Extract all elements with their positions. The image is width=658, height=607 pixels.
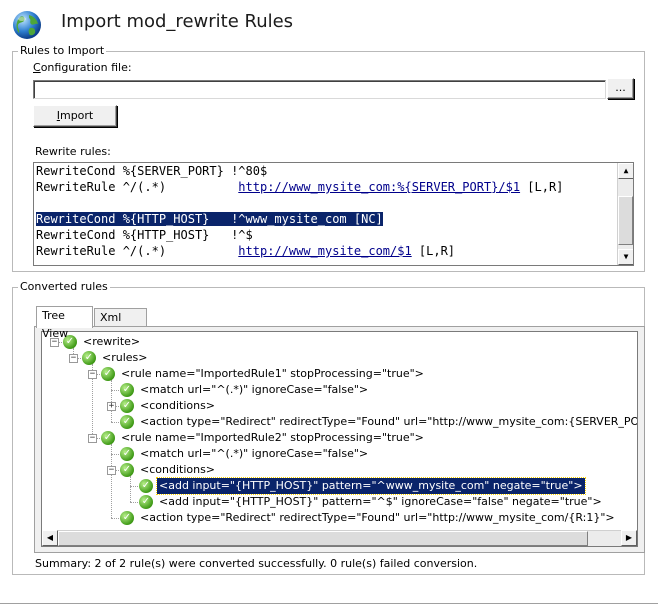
rule-text: [L,R] <box>520 180 564 194</box>
expand-icon[interactable]: + <box>107 402 116 411</box>
success-check-icon: ✓ <box>139 495 153 509</box>
import-button[interactable]: Import <box>33 105 117 127</box>
tree-node-label: <action type="Redirect" redirectType="Fo… <box>140 415 637 428</box>
rewrite-rules-textarea[interactable]: RewriteCond %{SERVER_PORT} !^80$ RewriteR… <box>33 162 634 266</box>
globe-icon <box>13 11 41 39</box>
tree-node[interactable]: ✓ <match url="^(.*)" ignoreCase="false"> <box>42 382 632 398</box>
tree-node-label: <match url="^(.*)" ignoreCase="false"> <box>140 383 369 396</box>
rewrite-rule-line: RewriteCond %{HTTP_HOST} !^$ <box>36 227 253 243</box>
success-check-icon: ✓ <box>120 415 134 429</box>
success-check-icon: ✓ <box>120 511 134 525</box>
tree-node-label: <rule name="ImportedRule2" stopProcessin… <box>121 431 424 444</box>
rule-url-link[interactable]: http://www_mysite_com:%{SERVER_PORT}/$1 <box>238 180 520 194</box>
rule-text: RewriteCond %{HTTP_HOST} !^$ <box>36 228 253 242</box>
tree-node[interactable]: ✓ <add input="{HTTP_HOST}" pattern="^www_… <box>42 477 632 495</box>
tree-node[interactable]: + ✓ <conditions> <box>42 398 632 414</box>
tree-node-label: <add input="{HTTP_HOST}" pattern="^www_m… <box>156 477 586 495</box>
rule-text: [L,R] <box>411 244 456 258</box>
tree-node[interactable]: −✓<rewrite> <box>42 334 632 350</box>
collapse-icon[interactable]: − <box>88 434 97 443</box>
rule-text: RewriteCond %{SERVER_PORT} !^80$ <box>36 164 268 178</box>
tree-node-label: <rules> <box>102 351 148 364</box>
rules-to-import-legend: Rules to Import <box>18 44 107 57</box>
success-check-icon: ✓ <box>120 447 134 461</box>
tree-node-label: <match url="^(.*)" ignoreCase="false"> <box>140 447 369 460</box>
tree-view-panel: −✓<rewrite>−✓<rules>−✓<rule name="Import… <box>34 326 645 553</box>
browse-button[interactable]: ... <box>607 78 634 99</box>
tree-node[interactable]: − ✓ <rule name="ImportedRule1" stopProcess… <box>42 366 632 382</box>
tree-node[interactable]: ✓ <add input="{HTTP_HOST}" pattern="^$" i… <box>42 494 632 510</box>
collapse-icon[interactable]: − <box>107 466 116 475</box>
tree-node[interactable]: − ✓ <rules> <box>42 350 632 366</box>
scroll-thumb[interactable] <box>618 196 633 245</box>
tree-node-label: <add input="{HTTP_HOST}" pattern="^$" ig… <box>159 495 602 508</box>
dialog-bottom-divider <box>0 603 658 604</box>
config-file-input[interactable] <box>33 80 606 99</box>
conversion-summary: Summary: 2 of 2 rule(s) were converted s… <box>35 557 478 570</box>
tree-node-label: <action type="Redirect" redirectType="Fo… <box>140 511 615 524</box>
rewrite-rules-vscrollbar[interactable]: ▲ ▼ <box>617 163 633 265</box>
scroll-right-button[interactable]: ▶ <box>621 530 637 546</box>
tree-node[interactable]: ✓ <action type="Redirect" redirectType="F… <box>42 414 637 430</box>
dialog-header: Import mod_rewrite Rules <box>0 0 658 44</box>
tree-node[interactable]: − ✓ <rule name="ImportedRule2" stopProcess… <box>42 430 632 446</box>
tree-hscrollbar[interactable]: ◀ ▶ <box>42 530 637 546</box>
tab-tree-view[interactable]: Tree View <box>36 306 93 340</box>
collapse-icon[interactable]: − <box>69 354 78 363</box>
tab-xml-view[interactable]: Xml View <box>94 308 147 342</box>
success-check-icon: ✓ <box>120 463 134 477</box>
rule-url-link[interactable]: http://www_mysite_com/$1 <box>238 244 411 258</box>
rewrite-rule-line: RewriteRule ^/(.*) http://www_mysite_com… <box>36 243 455 259</box>
tree-node-label: <rule name="ImportedRule1" stopProcessin… <box>121 367 424 380</box>
tree-node[interactable]: ✓ <match url="^(.*)" ignoreCase="false"> <box>42 446 632 462</box>
collapse-icon[interactable]: − <box>88 370 97 379</box>
success-check-icon: ✓ <box>139 479 153 493</box>
success-check-icon: ✓ <box>101 367 115 381</box>
rule-text: RewriteRule ^/(.*) <box>36 180 239 194</box>
converted-rules-legend: Converted rules <box>18 280 110 293</box>
scroll-left-button[interactable]: ◀ <box>42 530 58 546</box>
converted-rules-tree[interactable]: −✓<rewrite>−✓<rules>−✓<rule name="Import… <box>41 331 638 547</box>
tree-node-label: <rewrite> <box>83 335 141 348</box>
tree-node[interactable]: ✓ <action type="Redirect" redirectType="F… <box>42 510 632 526</box>
scroll-down-button[interactable]: ▼ <box>618 249 633 265</box>
tree-node-label: <conditions> <box>140 463 216 476</box>
rewrite-rule-line: RewriteCond %{HTTP_HOST} !^www_mysite_co… <box>36 211 383 227</box>
rule-text: RewriteRule ^/(.*) <box>36 244 239 258</box>
success-check-icon: ✓ <box>82 351 96 365</box>
config-file-label: Configuration file: <box>33 61 132 74</box>
rewrite-rule-line: RewriteCond %{SERVER_PORT} !^80$ <box>36 163 267 179</box>
rule-text: RewriteCond %{HTTP_HOST} !^www_mysite_co… <box>36 212 383 226</box>
rewrite-rule-line: RewriteRule ^/(.*) http://www_mysite_com… <box>36 179 563 195</box>
success-check-icon: ✓ <box>120 399 134 413</box>
scroll-up-button[interactable]: ▲ <box>618 163 633 179</box>
dialog-title: Import mod_rewrite Rules <box>61 11 294 32</box>
hscroll-thumb[interactable] <box>58 531 588 546</box>
tree-node[interactable]: − ✓ <conditions> <box>42 462 632 478</box>
tree-node-label: <conditions> <box>140 399 216 412</box>
success-check-icon: ✓ <box>120 383 134 397</box>
rewrite-rules-label: Rewrite rules: <box>35 145 111 158</box>
success-check-icon: ✓ <box>101 431 115 445</box>
